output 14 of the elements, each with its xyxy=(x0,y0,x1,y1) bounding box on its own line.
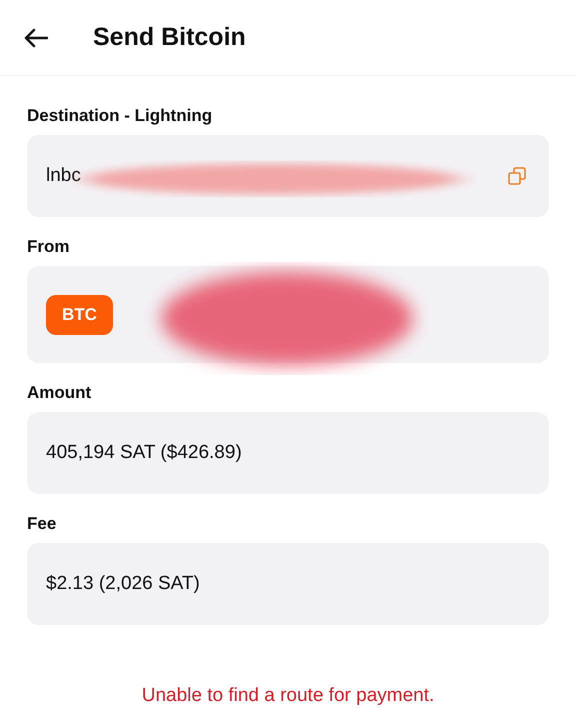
field-value: lnbc xyxy=(46,165,81,187)
back-icon[interactable] xyxy=(24,28,48,48)
error-message: Unable to find a route for payment. xyxy=(142,685,434,707)
value-field[interactable]: lnbc xyxy=(27,135,549,217)
value-field[interactable]: 405,194 SAT ($426.89) xyxy=(27,412,549,494)
field-label: Destination - Lightning xyxy=(27,106,214,126)
field-label: Amount xyxy=(27,383,92,403)
field-value: 405,194 SAT ($426.89) xyxy=(46,442,242,464)
field-label: Fee xyxy=(27,514,58,534)
field-label: From xyxy=(27,237,70,257)
field-value: $2.13 (2,026 SAT) xyxy=(46,573,200,595)
page-title: Send Bitcoin xyxy=(93,23,246,52)
value-field[interactable]: $2.13 (2,026 SAT) xyxy=(27,543,549,625)
currency-badge: BTC xyxy=(46,294,113,334)
